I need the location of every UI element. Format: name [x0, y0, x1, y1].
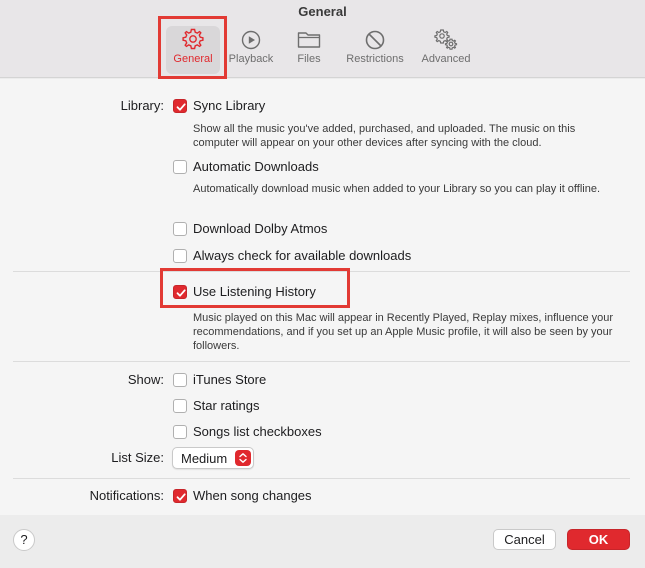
gear-icon [166, 26, 220, 52]
sync-library-label: Sync Library [193, 98, 266, 113]
list-size-popup[interactable]: Medium [172, 447, 254, 469]
sync-library-description: Show all the music you've added, purchas… [193, 123, 576, 149]
tab-advanced-label: Advanced [421, 53, 471, 65]
listening-history-description: Music played on this Mac will appear in … [193, 312, 614, 352]
gears-icon [416, 26, 476, 52]
check-downloads-label: Always check for available downloads [193, 248, 412, 263]
itunes-store-checkbox[interactable] [173, 373, 187, 387]
listening-history-checkbox[interactable] [173, 285, 187, 299]
tab-files[interactable]: Files [284, 26, 334, 74]
download-dolby-atmos-label: Download Dolby Atmos [193, 221, 328, 236]
tab-playback[interactable]: Playback [224, 26, 278, 74]
tab-restrictions-label: Restrictions [346, 53, 404, 65]
listening-history-label: Use Listening History [193, 284, 316, 299]
ok-button[interactable]: OK [567, 529, 630, 550]
songs-list-checkboxes-label: Songs list checkboxes [193, 424, 322, 439]
show-label: Show: [127, 372, 164, 387]
check-downloads-checkbox[interactable] [173, 249, 187, 263]
automatic-downloads-description: Automatically download music when added … [193, 183, 601, 195]
toolbar: General General Playback Files Restricti… [0, 0, 645, 78]
tab-restrictions[interactable]: Restrictions [340, 26, 410, 74]
tab-files-label: Files [297, 53, 321, 65]
sync-library-checkbox[interactable] [173, 99, 187, 113]
list-size-label: List Size: [111, 450, 164, 465]
cancel-button[interactable]: Cancel [493, 529, 556, 550]
tab-general[interactable]: General [166, 26, 220, 74]
divider [13, 361, 630, 362]
notifications-label: Notifications: [89, 488, 164, 503]
chevron-updown-icon [235, 450, 251, 466]
divider [13, 271, 630, 272]
tab-advanced[interactable]: Advanced [416, 26, 476, 74]
songs-list-checkboxes-checkbox[interactable] [173, 425, 187, 439]
when-song-changes-label: When song changes [193, 488, 312, 503]
star-ratings-label: Star ratings [193, 398, 260, 413]
tab-general-label: General [173, 53, 213, 65]
footer: ? Cancel OK [0, 515, 645, 568]
automatic-downloads-checkbox[interactable] [173, 160, 187, 174]
window-title: General [298, 4, 347, 19]
download-dolby-atmos-checkbox[interactable] [173, 222, 187, 236]
automatic-downloads-label: Automatic Downloads [193, 159, 319, 174]
preferences-window: General General Playback Files Restricti… [0, 0, 645, 568]
help-button[interactable]: ? [13, 529, 35, 551]
restrictions-icon [340, 26, 410, 52]
star-ratings-checkbox[interactable] [173, 399, 187, 413]
divider [13, 478, 630, 479]
list-size-value: Medium [181, 451, 228, 466]
itunes-store-label: iTunes Store [193, 372, 267, 387]
folder-icon [284, 26, 334, 52]
play-circle-icon [224, 26, 278, 52]
library-label: Library: [120, 98, 164, 113]
when-song-changes-checkbox[interactable] [173, 489, 187, 503]
tab-playback-label: Playback [228, 53, 274, 65]
